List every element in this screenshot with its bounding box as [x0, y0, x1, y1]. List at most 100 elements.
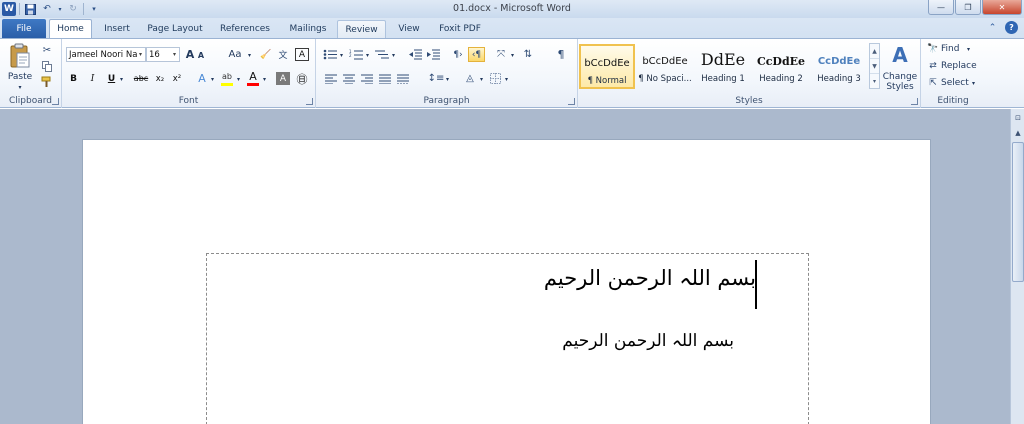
grow-font-button[interactable]: A	[184, 48, 196, 61]
format-painter-icon[interactable]	[40, 75, 54, 89]
cut-icon[interactable]: ✂	[40, 43, 54, 57]
styles-scroll-up-icon[interactable]: ▲	[870, 44, 879, 59]
scroll-up-icon[interactable]: ▲	[1012, 127, 1024, 139]
bullets-icon[interactable]	[322, 48, 338, 61]
paste-dropdown-icon[interactable]: ▾	[14, 83, 26, 91]
find-dropdown-icon[interactable]: ▾	[965, 45, 972, 53]
vertical-scrollbar[interactable]: ⊡ ▲	[1010, 109, 1024, 424]
styles-scroll-down-icon[interactable]: ▼	[870, 59, 879, 74]
minimize-button[interactable]: —	[928, 0, 954, 15]
bold-button[interactable]: B	[68, 72, 79, 85]
enclose-characters-icon[interactable]: ㊐	[295, 72, 309, 86]
style-heading-3[interactable]: CcDdEe Heading 3	[811, 44, 867, 89]
underline-dropdown-icon[interactable]: ▾	[118, 75, 125, 83]
text-box[interactable]: بسم اللہ الرحمن الرحیم بسم اللہ الرحمن ا…	[206, 253, 809, 424]
document-page[interactable]: بسم اللہ الرحمن الرحیم بسم اللہ الرحمن ا…	[82, 139, 931, 424]
close-button[interactable]: ✕	[982, 0, 1022, 15]
numbering-dropdown-icon[interactable]: ▾	[364, 51, 371, 59]
find-button[interactable]: Find	[941, 43, 967, 55]
styles-more-icon[interactable]: ▾	[870, 74, 879, 89]
select-dropdown-icon[interactable]: ▾	[970, 79, 977, 87]
select-icon[interactable]: ⇱	[927, 77, 939, 89]
left-to-right-icon[interactable]: ¶›	[450, 48, 466, 61]
styles-dialog-launcher[interactable]	[911, 98, 918, 105]
justify-icon[interactable]	[378, 72, 392, 85]
borders-dropdown-icon[interactable]: ▾	[503, 75, 510, 83]
change-case-dropdown-icon[interactable]: ▾	[246, 51, 253, 59]
character-border-icon[interactable]: A	[295, 48, 309, 61]
style-no-spacing[interactable]: bCcDdEe ¶ No Spaci...	[637, 44, 693, 89]
tab-home[interactable]: Home	[49, 19, 92, 38]
copy-icon[interactable]	[40, 59, 54, 73]
tab-page-layout[interactable]: Page Layout	[142, 20, 208, 38]
clipboard-dialog-launcher[interactable]	[52, 98, 59, 105]
multilevel-list-icon[interactable]	[374, 48, 390, 61]
align-center-icon[interactable]	[342, 72, 356, 85]
text-effects-icon[interactable]: A	[195, 72, 209, 85]
highlight-icon[interactable]: ab	[220, 70, 234, 83]
decrease-indent-icon[interactable]	[408, 48, 422, 61]
tab-insert[interactable]: Insert	[96, 20, 138, 38]
show-hide-marks-button[interactable]: ¶	[554, 47, 568, 61]
tab-view[interactable]: View	[390, 20, 428, 38]
select-button[interactable]: Select	[941, 77, 973, 89]
scrollbar-thumb[interactable]	[1012, 142, 1024, 282]
italic-button[interactable]: I	[87, 72, 98, 85]
shading-icon[interactable]: ◬	[462, 72, 478, 85]
highlight-dropdown-icon[interactable]: ▾	[235, 75, 242, 83]
paste-button[interactable]: Paste	[4, 71, 36, 83]
font-size-dropdown-icon[interactable]: ▾	[170, 48, 179, 61]
find-icon[interactable]: 🔭	[927, 43, 939, 55]
document-line-2[interactable]: بسم اللہ الرحمن الرحیم	[562, 330, 734, 351]
style-heading-1[interactable]: DdEe Heading 1	[695, 44, 751, 89]
increase-indent-icon[interactable]	[426, 48, 440, 61]
restore-button[interactable]: ❐	[955, 0, 981, 15]
multilevel-dropdown-icon[interactable]: ▾	[390, 51, 397, 59]
strikethrough-button[interactable]: abc	[132, 72, 150, 85]
replace-icon[interactable]: ⇄	[927, 60, 939, 72]
line-spacing-icon[interactable]: ↕≡	[428, 72, 445, 85]
shading-dropdown-icon[interactable]: ▾	[478, 75, 485, 83]
style-heading-2[interactable]: CcDdEe Heading 2	[753, 44, 809, 89]
character-shading-icon[interactable]: A	[276, 72, 290, 85]
font-dialog-launcher[interactable]	[306, 98, 313, 105]
right-to-left-icon[interactable]: ‹¶	[468, 47, 485, 62]
asian-layout-dropdown-icon[interactable]: ▾	[509, 51, 516, 59]
tab-references[interactable]: References	[212, 20, 278, 38]
borders-icon[interactable]	[488, 72, 502, 85]
clear-formatting-icon[interactable]: 🧹	[259, 48, 273, 61]
change-case-button[interactable]: Aa	[225, 48, 245, 61]
ruler-toggle-icon[interactable]: ⊡	[1012, 112, 1024, 124]
numbering-icon[interactable]: 12	[348, 48, 364, 61]
font-color-button[interactable]: A	[246, 70, 260, 83]
change-styles-icon[interactable]: A	[886, 43, 914, 67]
document-line-1[interactable]: بسم اللہ الرحمن الرحیم	[544, 266, 756, 290]
phonetic-guide-icon[interactable]: 文	[276, 48, 290, 61]
text-effects-dropdown-icon[interactable]: ▾	[209, 75, 216, 83]
bullets-dropdown-icon[interactable]: ▾	[338, 51, 345, 59]
align-left-icon[interactable]	[324, 72, 338, 85]
superscript-button[interactable]: x²	[170, 72, 184, 85]
tab-mailings[interactable]: Mailings	[282, 20, 334, 38]
font-name-dropdown-icon[interactable]: ▾	[136, 48, 145, 61]
tab-file[interactable]: File	[2, 19, 46, 38]
distributed-icon[interactable]	[396, 72, 410, 85]
font-color-dropdown-icon[interactable]: ▾	[261, 75, 268, 83]
subscript-button[interactable]: x₂	[153, 72, 167, 85]
asian-layout-icon[interactable]: ⤧	[493, 48, 509, 61]
font-size-combo[interactable]: 16 ▾	[146, 47, 180, 62]
line-spacing-dropdown-icon[interactable]: ▾	[444, 75, 451, 83]
tab-foxit-pdf[interactable]: Foxit PDF	[432, 20, 488, 38]
paste-icon[interactable]	[8, 43, 32, 69]
replace-button[interactable]: Replace	[941, 60, 981, 72]
shrink-font-button[interactable]: A	[196, 50, 206, 61]
font-name-combo[interactable]: Jameel Noori Na ▾	[66, 47, 146, 62]
align-right-icon[interactable]	[360, 72, 374, 85]
change-styles-button[interactable]: Change Styles	[880, 71, 920, 93]
help-icon[interactable]: ?	[1005, 21, 1018, 34]
underline-button[interactable]: U	[106, 72, 117, 85]
style-normal[interactable]: bCcDdEe ¶ Normal	[579, 44, 635, 89]
tab-review[interactable]: Review	[337, 20, 386, 38]
paragraph-dialog-launcher[interactable]	[568, 98, 575, 105]
sort-icon[interactable]: ⇅	[521, 48, 535, 61]
